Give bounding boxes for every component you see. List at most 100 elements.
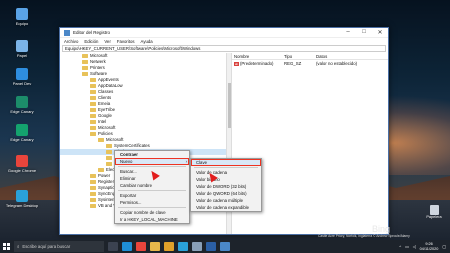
desktop-shortcut[interactable]: Google Chrome <box>5 155 39 173</box>
menu-item[interactable]: Ver <box>104 39 110 44</box>
volume-icon[interactable]: ◁ <box>413 244 416 249</box>
desktop-shortcut[interactable]: Telegram Desktop <box>5 190 39 208</box>
address-bar[interactable]: Equipo\HKEY_CURRENT_USER\Software\Polici… <box>62 45 386 52</box>
settings-icon[interactable] <box>192 242 202 251</box>
submenu-item-label: Valor de DWORD (32 bits) <box>196 184 247 189</box>
context-menu-item[interactable]: Cambiar nombre <box>115 182 189 189</box>
edge-canary-icon <box>16 96 28 108</box>
submenu-item-label: Valor de cadena expandible <box>196 205 249 210</box>
folder-icon <box>90 78 96 82</box>
edge-icon <box>16 124 28 136</box>
submenu-item[interactable]: Valor de QWORD (64 bits) <box>191 190 261 197</box>
folder-icon <box>90 126 96 130</box>
context-menu-item[interactable]: Exportar <box>115 192 189 199</box>
submenu-item-label: Clave <box>196 160 207 165</box>
task-view-icon[interactable] <box>108 242 118 251</box>
window-title: Editor del Registro <box>73 30 111 35</box>
folder-icon <box>90 180 96 184</box>
context-menu-item[interactable]: Contraer <box>115 151 189 158</box>
clock[interactable]: 9:26 04/11/2020 <box>420 242 439 251</box>
bing-logo: Bing <box>372 224 391 234</box>
explorer-icon[interactable] <box>150 242 160 251</box>
edge-icon[interactable] <box>122 242 132 251</box>
tree-scrollbar-thumb[interactable] <box>228 83 231 128</box>
string-value-icon: ab <box>234 62 239 66</box>
taskbar-apps <box>104 242 230 251</box>
folder-icon <box>90 96 96 100</box>
values-header: Nombre Tipo Datos <box>232 53 388 60</box>
folder-icon <box>90 198 96 202</box>
taskbar-search[interactable]: ⌕ Escribe aquí para buscar <box>14 241 104 252</box>
windows-logo-icon <box>2 243 10 250</box>
context-menu-item-label: Exportar <box>120 193 137 198</box>
menu-separator <box>118 207 186 208</box>
submenu-item[interactable]: Valor de DWORD (32 bits) <box>191 183 261 190</box>
context-menu-item[interactable]: Nuevo › <box>115 158 189 165</box>
start-button[interactable] <box>0 240 12 253</box>
menu-item[interactable]: Edición <box>84 39 98 44</box>
menu-separator <box>118 190 186 191</box>
close-button[interactable]: ✕ <box>372 29 388 36</box>
menu-item[interactable]: Favoritos <box>117 39 135 44</box>
registry-icon[interactable] <box>220 242 230 251</box>
chrome-icon[interactable] <box>136 242 146 251</box>
folder-icon <box>90 192 96 196</box>
submenu-item[interactable]: Valor de cadena <box>191 169 261 176</box>
folder-icon <box>98 138 104 142</box>
value-data: (valor no establecido) <box>316 61 358 66</box>
menu-item[interactable]: Archivo <box>64 39 78 44</box>
context-menu-item[interactable]: Copiar nombre de clave <box>115 209 189 216</box>
maximize-button[interactable]: □ <box>356 29 372 36</box>
clock-date: 04/11/2020 <box>419 246 439 251</box>
desktop-shortcut-label: Equipo <box>15 21 29 26</box>
network-icon[interactable]: ▭ <box>405 244 409 249</box>
context-menu-item[interactable]: Ir a HKEY_LOCAL_MACHINE <box>115 216 189 223</box>
folder-icon <box>90 90 96 94</box>
minimize-button[interactable]: – <box>340 29 356 36</box>
context-menu-item-label: Buscar... <box>120 169 137 174</box>
context-menu-item-label: Ir a HKEY_LOCAL_MACHINE <box>120 217 178 222</box>
menu-bar: Archivo Edición Ver Favoritos Ayuda <box>60 38 388 45</box>
value-row[interactable]: ab (Predeterminado) REG_SZ (valor no esta… <box>232 60 388 67</box>
submenu-item[interactable]: Valor de cadena múltiple <box>191 197 261 204</box>
menu-separator <box>118 166 186 167</box>
desktop-shortcut-label: Panel Dev <box>12 81 32 86</box>
terminal-icon[interactable] <box>206 242 216 251</box>
submenu-item[interactable]: Valor de cadena expandible <box>191 204 261 211</box>
value-type: REG_SZ <box>284 61 302 66</box>
folder-icon <box>90 132 96 136</box>
submenu-item-label: Valor de cadena múltiple <box>196 198 243 203</box>
search-placeholder: Escribe aquí para buscar <box>22 244 71 249</box>
folder-icon <box>98 168 104 172</box>
context-menu-item-label: Permisos... <box>120 200 142 205</box>
registry-app-icon <box>64 29 70 36</box>
edge-canary-icon[interactable] <box>164 242 174 251</box>
menu-item[interactable]: Ayuda <box>141 39 153 44</box>
desktop-shortcut[interactable]: Panel Dev <box>5 68 39 86</box>
folder-icon <box>90 102 96 106</box>
folder-icon <box>90 120 96 124</box>
column-data[interactable]: Datos <box>316 54 388 59</box>
desktop-shortcut[interactable]: Edge Canary <box>5 124 39 142</box>
context-menu-item-label: Contraer <box>120 152 138 157</box>
folder-icon <box>82 72 88 76</box>
submenu-item[interactable]: Clave <box>191 159 261 166</box>
search-icon: ⌕ <box>17 244 20 249</box>
telegram-icon[interactable] <box>178 242 188 251</box>
column-type[interactable]: Tipo <box>284 54 316 59</box>
recycle-bin[interactable]: Papelera <box>423 205 445 219</box>
desktop-shortcut[interactable]: Papel <box>5 40 39 58</box>
desktop-shortcut-label: Edge Canary <box>10 109 34 114</box>
submenu-item[interactable]: Valor binario <box>191 176 261 183</box>
desktop-shortcut[interactable]: Equipo <box>5 8 39 26</box>
notifications-icon[interactable]: ▢ <box>442 244 446 249</box>
chevron-up-icon[interactable]: ^ <box>399 245 401 249</box>
folder-icon <box>106 150 112 154</box>
folder-icon <box>90 174 96 178</box>
column-name[interactable]: Nombre <box>232 54 284 59</box>
title-bar: Editor del Registro – □ ✕ <box>60 28 388 38</box>
control-panel-icon <box>16 68 28 80</box>
desktop-shortcut[interactable]: Edge Canary <box>5 96 39 114</box>
context-menu-item[interactable]: Permisos... <box>115 199 189 206</box>
desktop-shortcut-label: Google Chrome <box>7 168 37 173</box>
